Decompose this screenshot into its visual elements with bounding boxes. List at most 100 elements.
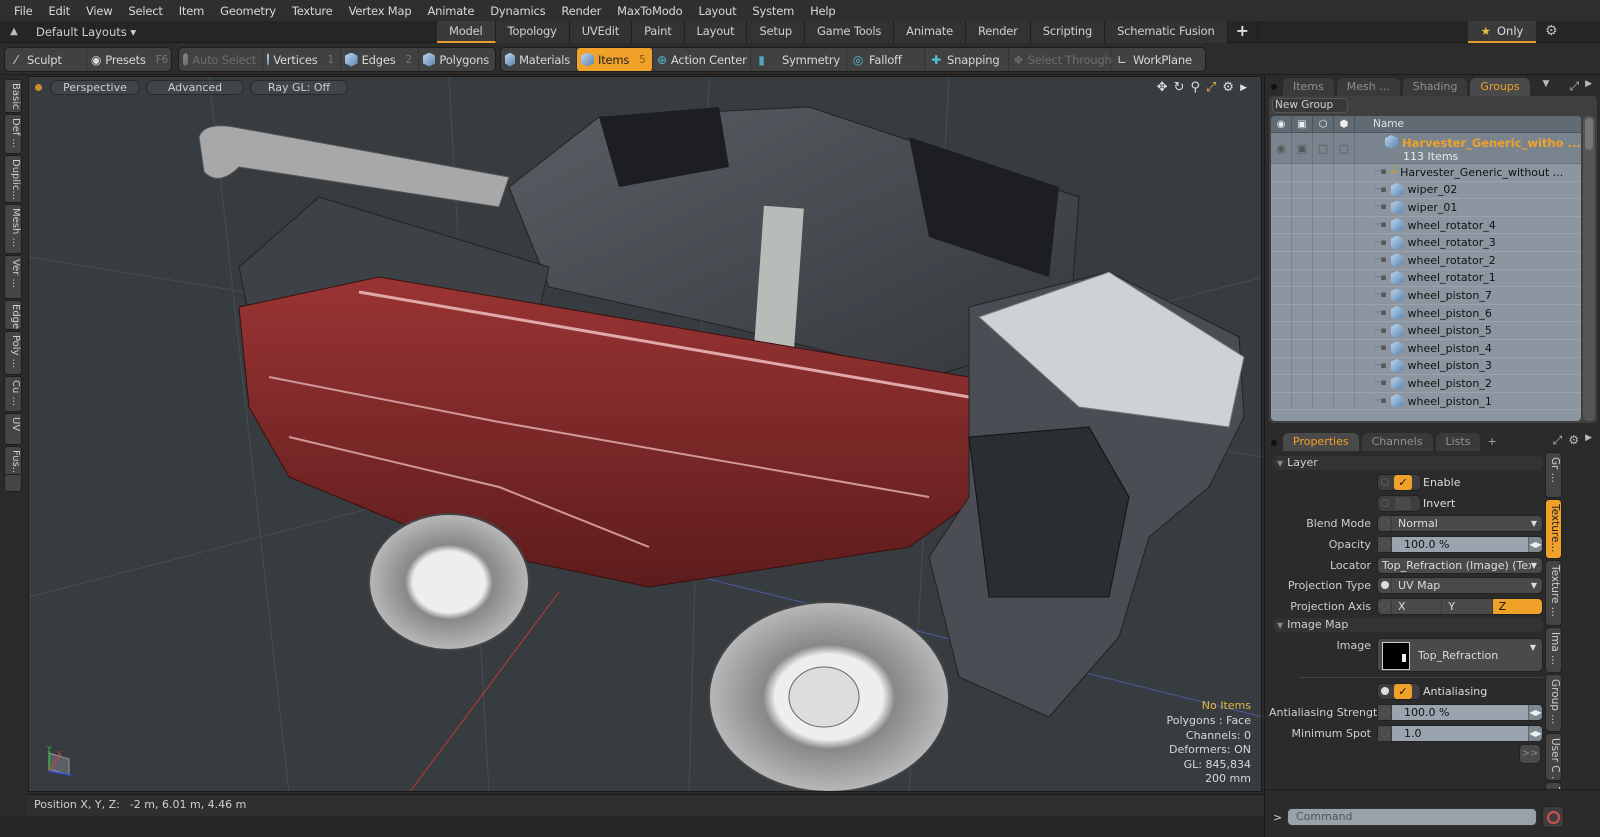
properties-gear-icon[interactable]: ⚙ <box>1568 433 1579 448</box>
zoom-icon[interactable]: ⚲ <box>1190 80 1200 96</box>
row-toggle-cell[interactable] <box>1334 322 1355 339</box>
row-toggle-cell[interactable] <box>1292 199 1313 216</box>
row-toggle-cell[interactable] <box>1271 181 1292 199</box>
group-item-row[interactable]: ┈▪ wheel_rotator_2 <box>1271 251 1581 270</box>
row-toggle-cell[interactable] <box>1313 304 1334 322</box>
command-input[interactable]: Command <box>1287 808 1537 826</box>
min-spot-field[interactable]: 1.0 ◀▶ <box>1377 724 1543 742</box>
group-item-row[interactable]: ┈▪ wheel_piston_4 <box>1271 339 1581 358</box>
side-tab-0[interactable]: Gr ... <box>1545 452 1562 498</box>
row-toggle-cell[interactable] <box>1334 269 1355 287</box>
shading-mode-button[interactable]: Advanced <box>146 80 244 95</box>
row-toggle-cell[interactable] <box>1334 392 1355 410</box>
row-toggle-cell[interactable] <box>1334 199 1355 216</box>
menu-help[interactable]: Help <box>802 4 843 18</box>
row-toggle-cell[interactable] <box>1313 234 1334 251</box>
maximize-panel-icon[interactable]: ⤢ <box>1569 79 1579 94</box>
expand-arrow-icon[interactable]: ▶ <box>1240 80 1247 96</box>
left-tab-extra[interactable] <box>4 474 22 492</box>
workplane-button[interactable]: ∟ WorkPlane <box>1111 48 1201 71</box>
dropdown-arrow-icon[interactable]: ▼ <box>1543 79 1550 94</box>
group-select-toggle[interactable]: ▢ <box>1334 133 1355 163</box>
group-render-icon[interactable]: ▣ <box>1292 133 1313 163</box>
row-toggle-cell[interactable] <box>1292 164 1313 181</box>
tab-topology[interactable]: Topology <box>495 21 570 43</box>
lock-column-icon[interactable]: ⬡ <box>1313 116 1334 132</box>
layer-section-header[interactable]: ▼ Layer <box>1273 456 1543 470</box>
row-toggle-cell[interactable] <box>1292 339 1313 357</box>
side-tab-4[interactable]: Group ... <box>1545 674 1562 732</box>
menu-item[interactable]: Item <box>171 4 212 18</box>
row-toggle-cell[interactable] <box>1313 357 1334 375</box>
panel-expand-icon[interactable]: ▶ <box>1585 79 1592 94</box>
group-visibility-icon[interactable]: ◉ <box>1271 133 1292 163</box>
row-toggle-cell[interactable] <box>1334 287 1355 304</box>
only-toggle[interactable]: ★ Only <box>1468 21 1536 43</box>
blend-mode-dropdown[interactable]: Normal ▼ <box>1377 514 1543 532</box>
materials-button[interactable]: Materials <box>501 48 577 71</box>
row-toggle-cell[interactable] <box>1271 392 1292 410</box>
select-through-button[interactable]: ❖ Select Through <box>1009 48 1112 71</box>
tab-render[interactable]: Render <box>965 21 1031 43</box>
row-toggle-cell[interactable] <box>1271 304 1292 322</box>
row-toggle-cell[interactable] <box>1313 164 1334 181</box>
row-toggle-cell[interactable] <box>1334 304 1355 322</box>
slider-arrows-icon[interactable]: ◀▶ <box>1528 725 1542 741</box>
left-tab-7[interactable]: Cu ... <box>4 376 22 412</box>
row-toggle-cell[interactable] <box>1292 181 1313 199</box>
left-tab-3[interactable]: Mesh ... <box>4 204 22 254</box>
row-toggle-cell[interactable] <box>1313 199 1334 216</box>
row-toggle-cell[interactable] <box>1271 199 1292 216</box>
group-item-row[interactable]: ┈▪ wheel_rotator_3 <box>1271 234 1581 252</box>
row-toggle-cell[interactable] <box>1334 234 1355 251</box>
group-item-row[interactable]: ┈▪ wiper_02 <box>1271 181 1581 200</box>
row-toggle-cell[interactable] <box>1313 392 1334 410</box>
row-toggle-cell[interactable] <box>1292 216 1313 234</box>
tab-game-tools[interactable]: Game Tools <box>804 21 895 43</box>
panel-tab-groups[interactable]: Groups <box>1470 78 1530 96</box>
group-item-row[interactable]: ┈▪ wheel_piston_6 <box>1271 304 1581 323</box>
group-item-row[interactable]: ┈▪ wheel_piston_1 <box>1271 392 1581 411</box>
row-toggle-cell[interactable] <box>1292 304 1313 322</box>
default-layouts-dropdown[interactable]: Default Layouts ▾ <box>36 25 436 39</box>
viewport-gear-icon[interactable]: ⚙ <box>1222 80 1234 96</box>
record-macro-button[interactable] <box>1542 806 1564 828</box>
group-item-row[interactable]: ┈▪ wheel_rotator_1 <box>1271 269 1581 288</box>
side-tab-1[interactable]: Texture... <box>1545 499 1562 559</box>
side-tab-3[interactable]: Ima ... <box>1545 627 1562 673</box>
symmetry-button[interactable]: ▮ Symmetry <box>751 48 847 71</box>
maximize-panel-icon[interactable]: ⤢ <box>1553 433 1563 448</box>
vertices-button[interactable]: Vertices 1 <box>263 48 341 71</box>
slider-arrows-icon[interactable]: ◀▶ <box>1528 536 1542 552</box>
tab-uvedit[interactable]: UVEdit <box>569 21 633 43</box>
menu-view[interactable]: View <box>78 4 121 18</box>
row-toggle-cell[interactable] <box>1313 269 1334 287</box>
menu-system[interactable]: System <box>744 4 802 18</box>
menu-dynamics[interactable]: Dynamics <box>482 4 553 18</box>
row-toggle-cell[interactable] <box>1313 251 1334 269</box>
row-toggle-cell[interactable] <box>1313 339 1334 357</box>
row-toggle-cell[interactable] <box>1334 339 1355 357</box>
row-toggle-cell[interactable] <box>1292 322 1313 339</box>
group-item-row[interactable]: ┈▪ wheel_rotator_4 <box>1271 216 1581 235</box>
group-lock-toggle[interactable]: ▢ <box>1313 133 1334 163</box>
sculpt-button[interactable]: ⁄ Sculpt <box>5 48 87 71</box>
panel-tab-shading[interactable]: Shading <box>1402 78 1468 96</box>
menu-render[interactable]: Render <box>553 4 609 18</box>
gear-icon[interactable]: ⚙ <box>1545 23 1558 39</box>
tab-model[interactable]: Model <box>437 21 496 43</box>
aa-strength-field[interactable]: 100.0 % ◀▶ <box>1377 703 1543 721</box>
row-toggle-cell[interactable] <box>1313 181 1334 199</box>
visibility-column-icon[interactable]: ◉ <box>1271 116 1292 132</box>
side-tab-5[interactable]: User C ... <box>1545 733 1562 781</box>
layout-up-icon[interactable]: ▲ <box>4 26 24 37</box>
polygons-button[interactable]: Polygons <box>419 48 495 71</box>
row-toggle-cell[interactable] <box>1271 234 1292 251</box>
group-item-row[interactable]: ┈▪ wheel_piston_2 <box>1271 375 1581 393</box>
row-toggle-cell[interactable] <box>1271 164 1292 181</box>
menu-edit[interactable]: Edit <box>40 4 77 18</box>
row-toggle-cell[interactable] <box>1292 287 1313 304</box>
row-toggle-cell[interactable] <box>1271 357 1292 375</box>
group-item-row[interactable]: ┈▪ ┵ Harvester_Generic_without ... <box>1271 164 1581 182</box>
new-group-button[interactable]: New Group <box>1272 98 1348 113</box>
